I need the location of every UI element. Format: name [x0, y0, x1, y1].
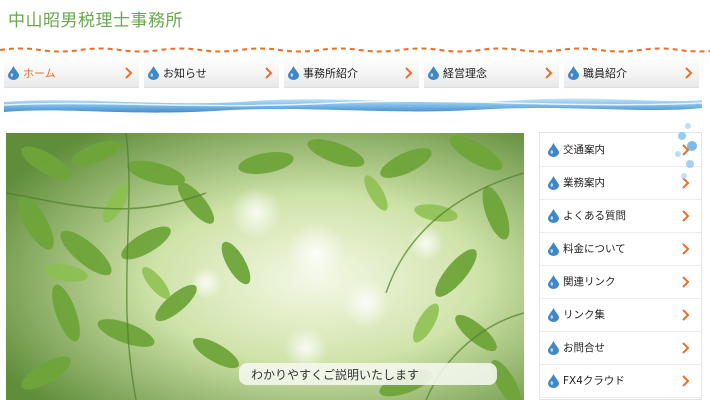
sidebar-item-fx4-cloud[interactable]: FX4クラウド	[540, 364, 701, 398]
chevron-right-icon	[682, 342, 690, 354]
water-drop-icon	[548, 142, 559, 157]
nav-item-news[interactable]: お知らせ	[144, 58, 279, 88]
water-drop-icon	[568, 65, 579, 80]
sidebar-item-contact[interactable]: お問合せ	[540, 331, 701, 365]
sidebar-item-label: 交通案内	[563, 144, 605, 156]
dashed-divider	[0, 47, 710, 53]
sidebar-item-fees[interactable]: 料金について	[540, 232, 701, 266]
chevron-right-icon	[125, 67, 133, 79]
sidebar-item-link-collection[interactable]: リンク集	[540, 298, 701, 332]
water-drop-icon	[548, 373, 559, 388]
sidebar-item-label: よくある質問	[563, 210, 626, 222]
sidebar-item-label: FX4クラウド	[563, 375, 625, 387]
water-drop-icon	[548, 274, 559, 289]
water-bubbles-decoration	[675, 123, 697, 179]
nav-item-label: 職員紹介	[583, 66, 627, 80]
sidebar-item-label: 業務案内	[563, 177, 605, 189]
chevron-right-icon	[685, 67, 693, 79]
chevron-right-icon	[682, 243, 690, 255]
site-title[interactable]: 中山昭男税理士事務所	[8, 6, 183, 31]
chevron-right-icon	[682, 375, 690, 387]
sidebar-item-faq[interactable]: よくある質問	[540, 199, 701, 233]
sidebar-item-label: 料金について	[563, 243, 626, 255]
water-drop-icon	[8, 65, 19, 80]
green-leaves-photo	[6, 133, 524, 400]
main-nav: ホーム お知らせ 事務所紹介 経営理念 職員紹介	[4, 58, 702, 88]
water-drop-icon	[428, 65, 439, 80]
nav-item-label: お知らせ	[163, 66, 207, 80]
nav-item-label: ホーム	[23, 66, 56, 80]
nav-item-home[interactable]: ホーム	[4, 58, 139, 88]
sidebar-item-related-links[interactable]: 関連リンク	[540, 265, 701, 299]
hero-image: わかりやすくご説明いたします	[6, 133, 524, 400]
water-drop-icon	[548, 340, 559, 355]
nav-item-office[interactable]: 事務所紹介	[284, 58, 419, 88]
sidebar-item-label: お問合せ	[563, 342, 605, 354]
hero-caption: わかりやすくご説明いたします	[239, 363, 497, 385]
nav-item-label: 事務所紹介	[303, 66, 358, 80]
chevron-right-icon	[682, 309, 690, 321]
chevron-right-icon	[265, 67, 273, 79]
chevron-right-icon	[682, 210, 690, 222]
chevron-right-icon	[682, 276, 690, 288]
sidebar-item-label: リンク集	[563, 309, 605, 321]
water-drop-icon	[548, 208, 559, 223]
water-wave-banner	[4, 98, 702, 113]
water-drop-icon	[548, 307, 559, 322]
nav-item-staff[interactable]: 職員紹介	[564, 58, 699, 88]
nav-item-philosophy[interactable]: 経営理念	[424, 58, 559, 88]
water-drop-icon	[148, 65, 159, 80]
sidebar-item-label: 関連リンク	[563, 276, 616, 288]
chevron-right-icon	[405, 67, 413, 79]
water-drop-icon	[548, 241, 559, 256]
water-drop-icon	[548, 175, 559, 190]
water-drop-icon	[288, 65, 299, 80]
nav-item-label: 経営理念	[443, 66, 487, 80]
chevron-right-icon	[545, 67, 553, 79]
